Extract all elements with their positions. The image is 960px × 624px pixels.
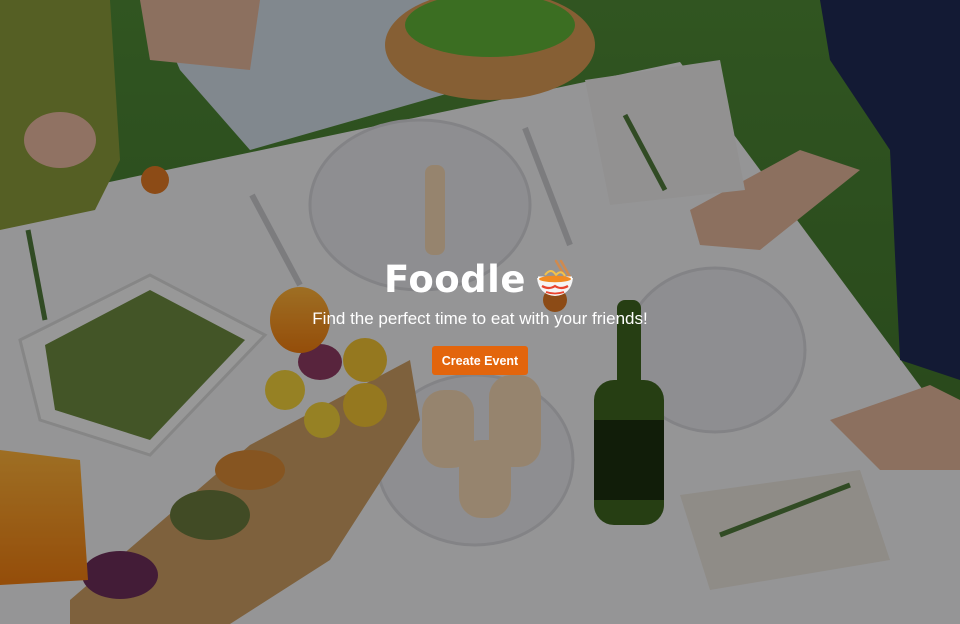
noodle-bowl-icon	[536, 259, 573, 296]
hero-content: Foodle Find the perfect time to eat with…	[0, 258, 960, 375]
brand-logo: Foodle	[384, 258, 576, 302]
brand-name: Foodle	[384, 258, 526, 301]
create-event-button[interactable]: Create Event	[431, 346, 529, 375]
hero-tagline: Find the perfect time to eat with your f…	[312, 309, 648, 328]
hero-section: Foodle Find the perfect time to eat with…	[0, 0, 960, 624]
